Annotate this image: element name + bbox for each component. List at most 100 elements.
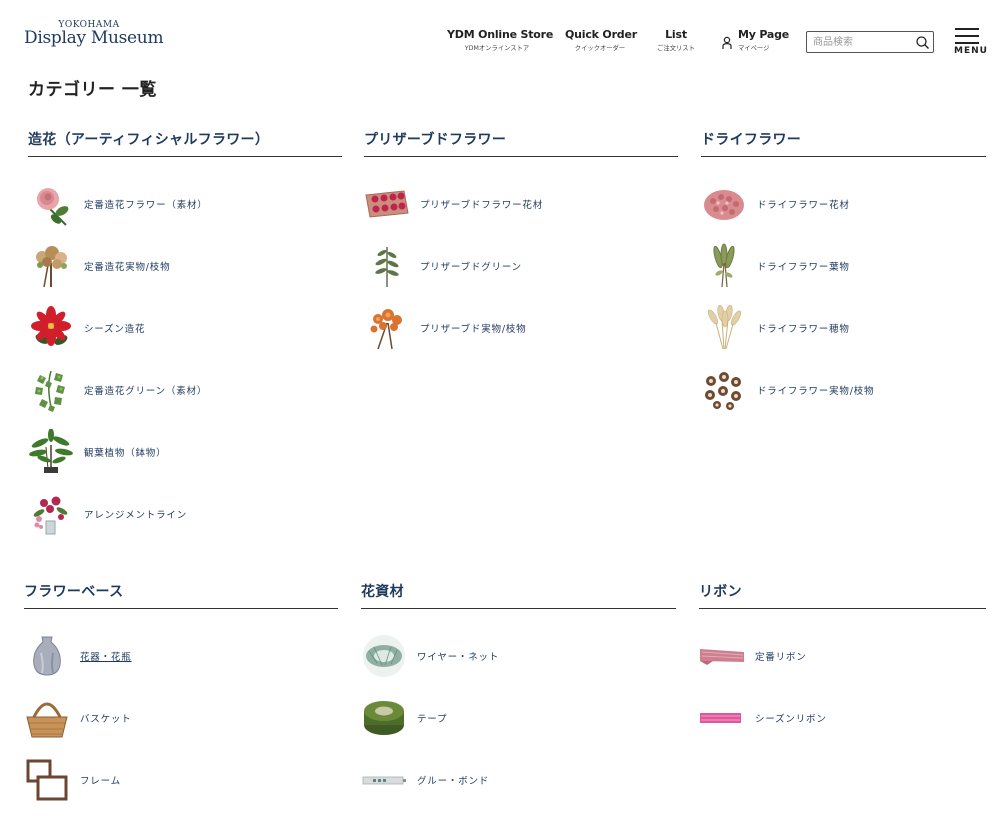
nav-quick-order-sub: クイックオーダー xyxy=(574,44,626,52)
list-item[interactable]: シーズンリボン xyxy=(699,687,986,749)
ribbon-icon xyxy=(699,633,745,679)
category-list: ワイヤー・ネット テープ グルー・ボンド xyxy=(361,625,676,811)
list-item[interactable]: ドライフラワー穂物 xyxy=(701,297,986,359)
list-item[interactable]: ドライフラワー実物/枝物 xyxy=(701,359,986,421)
item-label: グルー・ボンド xyxy=(417,776,490,787)
item-label: ドライフラワー穂物 xyxy=(757,324,850,335)
section-divider xyxy=(361,608,676,609)
item-label: 観葉植物（鉢物） xyxy=(84,448,167,459)
category-flower-base: フラワーベース 花器・花瓶 バスケット フレーム xyxy=(24,582,338,811)
vase-icon xyxy=(24,633,70,679)
section-title[interactable]: プリザーブドフラワー xyxy=(364,130,678,156)
menu-label: MENU xyxy=(954,46,988,56)
category-list: 花器・花瓶 バスケット フレーム xyxy=(24,625,338,811)
list-item[interactable]: 定番造花実物/枝物 xyxy=(28,235,342,297)
category-list: ドライフラワー花材 ドライフラワー葉物 ドライフラワー穂物 ドライフラワー実物/… xyxy=(701,173,986,421)
list-item[interactable]: プリザーブドグリーン xyxy=(364,235,678,297)
item-label: ドライフラワー葉物 xyxy=(757,262,850,273)
category-list: プリザーブドフラワー花材 プリザーブドグリーン プリザーブド実物/枝物 xyxy=(364,173,678,359)
list-item[interactable]: 定番造花フラワー（素材） xyxy=(28,173,342,235)
menu-line-top xyxy=(955,28,979,30)
section-divider xyxy=(701,156,986,157)
list-item[interactable]: ドライフラワー花材 xyxy=(701,173,986,235)
item-label: ワイヤー・ネット xyxy=(417,652,500,663)
category-dried-flower: ドライフラワー ドライフラワー花材 ドライフラワー葉物 ドライフラワー穂物 ドラ… xyxy=(701,130,986,421)
tape-icon xyxy=(361,695,407,741)
site-header: YOKOHAMA Display Museum YDM Online Store… xyxy=(0,0,1000,70)
nav-my-page-label: My Page xyxy=(738,28,790,41)
item-label: 花器・花瓶 xyxy=(80,652,132,663)
nav-my-page[interactable]: My Page マイページ xyxy=(720,28,790,54)
item-label: 定番造花グリーン（素材） xyxy=(84,386,208,397)
nav-list-label: List xyxy=(665,28,687,41)
category-ribbon: リボン 定番リボン シーズンリボン xyxy=(699,582,986,749)
poinsettia-icon xyxy=(28,305,74,351)
section-title[interactable]: フラワーベース xyxy=(24,582,338,608)
list-item[interactable]: テープ xyxy=(361,687,676,749)
list-item[interactable]: フレーム xyxy=(24,749,338,811)
basket-icon xyxy=(24,695,70,741)
menu-line-middle xyxy=(955,35,979,37)
nav-online-store[interactable]: YDM Online Store YDMオンラインストア xyxy=(447,28,554,54)
list-item[interactable]: 花器・花瓶 xyxy=(24,625,338,687)
category-list: 定番造花フラワー（素材） 定番造花実物/枝物 シーズン造花 定番造花グリーン（素… xyxy=(28,173,342,545)
item-label: バスケット xyxy=(80,714,132,725)
nav-my-page-sub: マイページ xyxy=(738,44,770,52)
item-label: ドライフラワー実物/枝物 xyxy=(757,386,875,397)
nav-quick-order[interactable]: Quick Order クイックオーダー xyxy=(565,28,637,54)
section-title[interactable]: リボン xyxy=(699,582,986,608)
season-ribbon-icon xyxy=(699,695,745,741)
dried-leaf-icon xyxy=(701,243,747,289)
item-label: フレーム xyxy=(80,776,121,787)
ivy-icon xyxy=(28,367,74,413)
item-label: シーズンリボン xyxy=(755,714,827,725)
search-icon[interactable] xyxy=(915,35,930,50)
list-item[interactable]: 定番リボン xyxy=(699,625,986,687)
person-icon xyxy=(722,36,732,49)
item-label: ドライフラワー花材 xyxy=(757,200,850,211)
section-divider xyxy=(699,608,986,609)
item-label: プリザーブドグリーン xyxy=(420,262,522,273)
site-logo[interactable]: YOKOHAMA Display Museum xyxy=(24,20,164,48)
list-item[interactable]: バスケット xyxy=(24,687,338,749)
search-box xyxy=(806,31,934,53)
nav-list-sub: ご注文リスト xyxy=(657,44,695,52)
list-item[interactable]: 定番造花グリーン（素材） xyxy=(28,359,342,421)
nav-online-store-sub: YDMオンラインストア xyxy=(464,44,530,52)
list-item[interactable]: プリザーブドフラワー花材 xyxy=(364,173,678,235)
section-divider xyxy=(364,156,678,157)
list-item[interactable]: ドライフラワー葉物 xyxy=(701,235,986,297)
item-label: 定番造花実物/枝物 xyxy=(84,262,171,273)
search-input[interactable] xyxy=(813,35,917,50)
pinecone-icon xyxy=(701,367,747,413)
list-item[interactable]: プリザーブド実物/枝物 xyxy=(364,297,678,359)
nav-list[interactable]: List ご注文リスト xyxy=(652,28,700,54)
item-label: アレンジメントライン xyxy=(84,510,188,521)
list-item[interactable]: グルー・ボンド xyxy=(361,749,676,811)
nav-online-store-label: YDM Online Store xyxy=(447,28,554,41)
potted-plant-icon xyxy=(28,429,74,475)
category-flower-materials: 花資材 ワイヤー・ネット テープ グルー・ボンド xyxy=(361,582,676,811)
dried-pink-icon xyxy=(701,181,747,227)
dried-grass-icon xyxy=(701,305,747,351)
list-item[interactable]: 観葉植物（鉢物） xyxy=(28,421,342,483)
arrangement-icon xyxy=(28,491,74,537)
list-item[interactable]: ワイヤー・ネット xyxy=(361,625,676,687)
section-title[interactable]: 造花（アーティフィシャルフラワー） xyxy=(28,130,342,156)
section-title[interactable]: 花資材 xyxy=(361,582,676,608)
item-label: プリザーブドフラワー花材 xyxy=(420,200,544,211)
green-sprig-icon xyxy=(364,243,410,289)
category-list: 定番リボン シーズンリボン xyxy=(699,625,986,749)
section-divider xyxy=(28,156,342,157)
nav-quick-order-label: Quick Order xyxy=(565,28,637,41)
category-preserved-flower: プリザーブドフラワー プリザーブドフラワー花材 プリザーブドグリーン プリザーブ… xyxy=(364,130,678,359)
list-item[interactable]: アレンジメントライン xyxy=(28,483,342,545)
list-item[interactable]: シーズン造花 xyxy=(28,297,342,359)
page-title: カテゴリー 一覧 xyxy=(28,80,157,100)
menu-button[interactable]: MENU xyxy=(952,26,988,58)
logo-title: Display Museum xyxy=(24,28,164,48)
section-title[interactable]: ドライフラワー xyxy=(701,130,986,156)
item-label: 定番リボン xyxy=(755,652,807,663)
item-label: シーズン造花 xyxy=(84,324,146,335)
menu-line-bottom xyxy=(955,42,979,44)
